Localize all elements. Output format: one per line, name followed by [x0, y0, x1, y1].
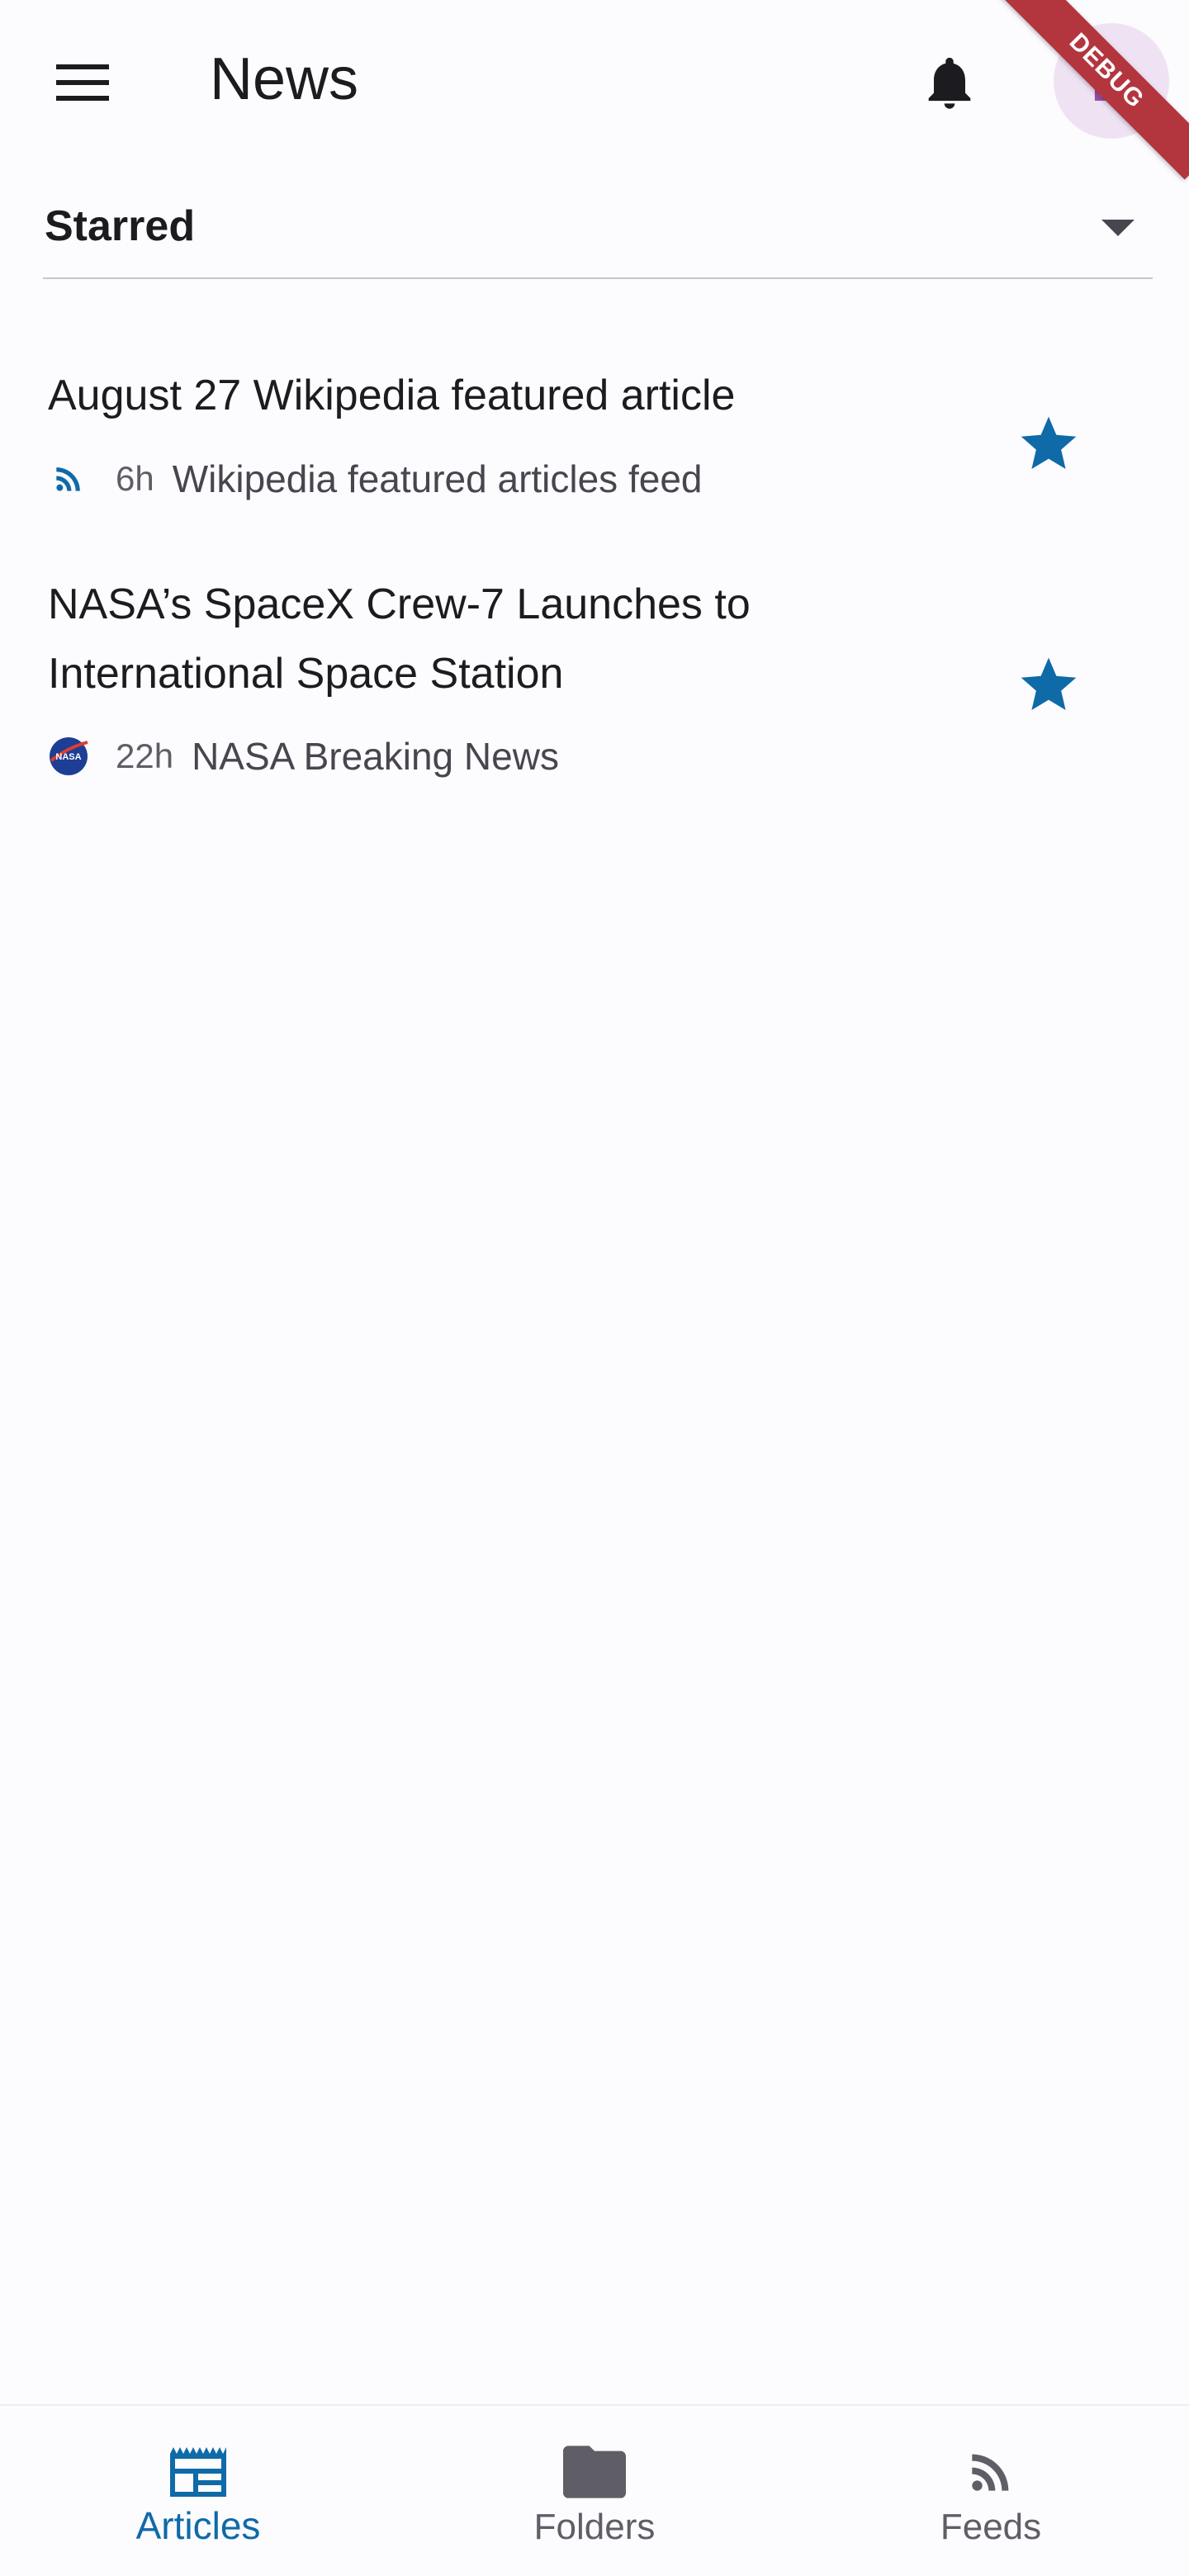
article-filter-dropdown[interactable]: Starred	[43, 188, 1153, 279]
app-screen: News D DEBUG Starred August 27 Wikipedia…	[0, 0, 1189, 2576]
article-title: NASA’s SpaceX Crew-7 Launches to Interna…	[48, 580, 751, 698]
star-filled-icon	[1021, 657, 1077, 710]
dropdown-caret-icon	[1101, 220, 1135, 236]
nav-tab-articles[interactable]: Articles	[0, 2406, 396, 2576]
article-source: Wikipedia featured articles feed	[172, 457, 703, 500]
nav-tab-feeds[interactable]: Feeds	[793, 2406, 1189, 2576]
rss-icon	[48, 458, 89, 500]
menu-button[interactable]	[33, 33, 132, 132]
article-age: 22h	[116, 736, 174, 775]
page-title: News	[210, 46, 359, 112]
app-bar: News D DEBUG	[0, 0, 1189, 180]
nav-label: Feeds	[940, 2507, 1042, 2547]
filter-selected-value: Starred	[45, 202, 196, 250]
article-item[interactable]: NASA’s SpaceX Crew-7 Launches to Interna…	[0, 570, 1189, 801]
article-item[interactable]: August 27 Wikipedia featured article 6h …	[0, 347, 1189, 512]
article-meta: NASA 22h NASA Breaking News	[48, 732, 559, 781]
hamburger-menu-icon	[56, 64, 109, 101]
folder-icon	[553, 2439, 636, 2505]
article-title: August 27 Wikipedia featured article	[48, 372, 736, 419]
nav-label: Folders	[533, 2507, 656, 2547]
star-filled-icon	[1021, 416, 1077, 469]
nav-label: Articles	[135, 2504, 261, 2547]
star-toggle-button[interactable]	[999, 395, 1098, 494]
article-age: 6h	[116, 459, 154, 498]
nasa-logo-icon: NASA	[48, 736, 89, 777]
article-meta: 6h Wikipedia featured articles feed	[48, 454, 703, 504]
nav-tab-folders[interactable]: Folders	[396, 2406, 793, 2576]
star-toggle-button[interactable]	[999, 636, 1098, 735]
articles-icon	[157, 2439, 239, 2505]
svg-text:NASA: NASA	[55, 752, 81, 762]
article-source: NASA Breaking News	[192, 735, 559, 778]
rss-icon	[950, 2439, 1032, 2505]
notifications-button[interactable]	[900, 33, 999, 132]
bottom-navigation-bar: Articles Folders Feeds	[0, 2404, 1189, 2576]
bell-icon	[928, 57, 971, 109]
